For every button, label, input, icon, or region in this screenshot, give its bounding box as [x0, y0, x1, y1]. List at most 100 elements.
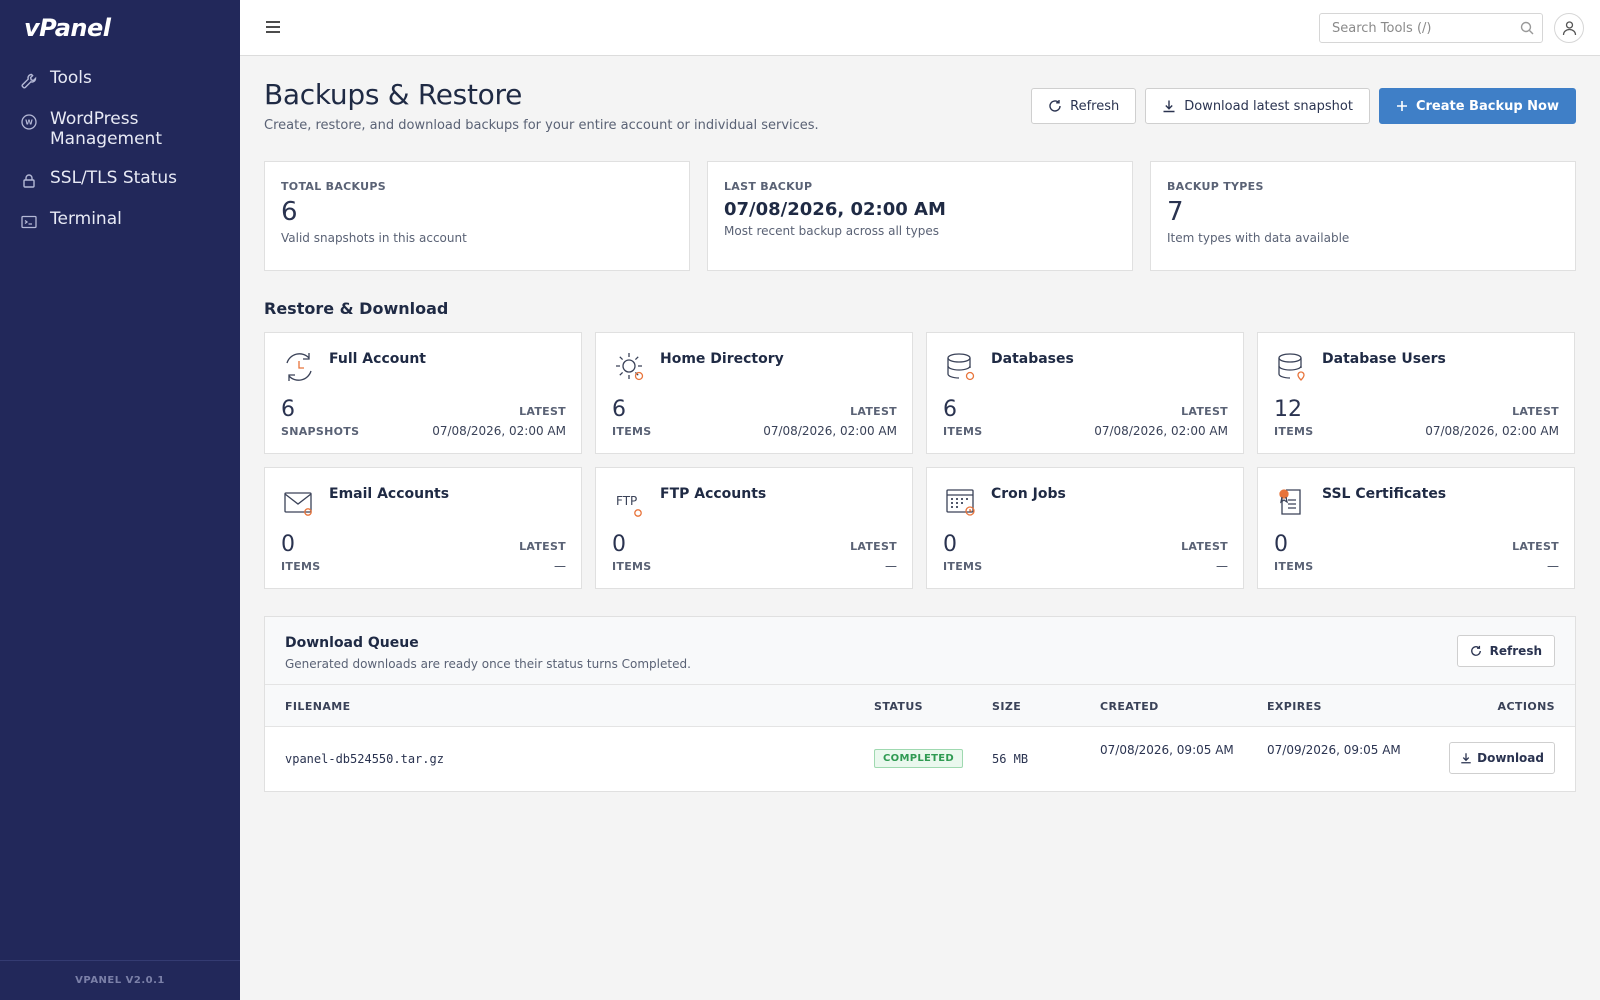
card-latest-date: 07/08/2026, 02:00 AM	[432, 424, 566, 438]
sidebar-item-wordpress[interactable]: W WordPress Management	[0, 103, 240, 155]
card-ftp-accounts[interactable]: FTP FTP Accounts 0 ITEMS LATEST —	[595, 467, 913, 589]
topbar	[240, 0, 1600, 56]
card-cron-jobs[interactable]: Cron Jobs 0 ITEMS LATEST —	[926, 467, 1244, 589]
sidebar-item-tools[interactable]: Tools	[0, 62, 240, 96]
card-latest-label: LATEST	[519, 405, 566, 418]
card-count: 0	[281, 532, 295, 557]
card-unit: ITEMS	[1274, 425, 1314, 438]
stat-value: 7	[1167, 197, 1184, 227]
ftp-icon-text: FTP	[616, 494, 637, 508]
queue-refresh-button[interactable]: Refresh	[1456, 635, 1555, 667]
card-latest-date: —	[885, 559, 897, 573]
download-label: Download	[1477, 751, 1544, 765]
refresh-label: Refresh	[1070, 98, 1120, 114]
email-icon	[284, 492, 312, 516]
row-size: 56 MB	[992, 752, 1029, 766]
column-header-status: STATUS	[874, 700, 923, 713]
cron-icon	[946, 489, 975, 516]
lock-icon	[23, 174, 35, 188]
download-queue: Download Queue Generated downloads are r…	[264, 616, 1576, 792]
table-header: FILENAME STATUS SIZE CREATED EXPIRES ACT…	[265, 685, 1575, 727]
card-title: Database Users	[1322, 351, 1446, 367]
sidebar-item-label: SSL/TLS Status	[50, 168, 178, 188]
card-unit: ITEMS	[943, 425, 983, 438]
sidebar-item-label: Tools	[50, 68, 92, 88]
wrench-icon	[21, 73, 37, 89]
certificate-icon	[1279, 489, 1301, 515]
card-latest-date: 07/08/2026, 02:00 AM	[1094, 424, 1228, 438]
database-users-icon	[1278, 353, 1305, 381]
terminal-icon	[21, 215, 37, 229]
row-expires: 07/09/2026, 09:05 AM	[1267, 743, 1401, 757]
stat-value: 07/08/2026, 02:00 AM	[724, 199, 946, 220]
card-count: 12	[1274, 397, 1302, 422]
stat-last-backup: LAST BACKUP 07/08/2026, 02:00 AM Most re…	[707, 161, 1133, 271]
card-ssl-certificates[interactable]: SSL Certificates 0 ITEMS LATEST —	[1257, 467, 1575, 589]
card-latest-label: LATEST	[1512, 540, 1559, 553]
user-menu-button[interactable]	[1554, 13, 1584, 43]
restore-cards-grid: Full Account 6 SNAPSHOTS LATEST 07/08/20…	[264, 332, 1576, 589]
section-title-restore: Restore & Download	[264, 299, 449, 318]
search-input[interactable]	[1320, 14, 1510, 42]
row-created: 07/08/2026, 09:05 AM	[1100, 743, 1234, 757]
page-subtitle: Create, restore, and download backups fo…	[264, 118, 819, 133]
card-count: 6	[943, 397, 957, 422]
card-title: SSL Certificates	[1322, 486, 1447, 502]
refresh-icon	[1470, 645, 1481, 656]
sidebar-item-terminal[interactable]: Terminal	[0, 203, 240, 237]
stat-desc: Most recent backup across all types	[724, 224, 939, 238]
card-count: 0	[1274, 532, 1288, 557]
full-account-icon	[286, 353, 312, 381]
card-full-account[interactable]: Full Account 6 SNAPSHOTS LATEST 07/08/20…	[264, 332, 582, 454]
card-count: 0	[943, 532, 957, 557]
user-icon	[1562, 21, 1577, 36]
sidebar-nav: Tools W WordPress Management SSL/TLS Sta…	[0, 62, 240, 244]
download-button[interactable]: Download	[1449, 742, 1555, 774]
card-unit: ITEMS	[281, 560, 321, 573]
stat-key: LAST BACKUP	[724, 180, 813, 193]
card-unit: ITEMS	[612, 425, 652, 438]
status-badge: COMPLETED	[874, 749, 963, 768]
card-title: Email Accounts	[329, 486, 450, 502]
stat-value: 6	[281, 197, 298, 227]
queue-refresh-label: Refresh	[1489, 644, 1542, 658]
sidebar-item-label: WordPress Management	[50, 109, 162, 149]
column-header-expires: EXPIRES	[1267, 700, 1322, 713]
card-email-accounts[interactable]: Email Accounts 0 ITEMS LATEST —	[264, 467, 582, 589]
row-filename: vpanel-db524550.tar.gz	[285, 752, 444, 766]
stat-desc: Item types with data available	[1167, 231, 1350, 245]
card-latest-label: LATEST	[850, 540, 897, 553]
download-queue-header: Download Queue Generated downloads are r…	[265, 617, 1575, 685]
plus-icon	[1396, 101, 1407, 111]
stats-row: TOTAL BACKUPS 6 Valid snapshots in this …	[264, 161, 1576, 271]
sidebar-item-ssl[interactable]: SSL/TLS Status	[0, 162, 240, 196]
card-title: FTP Accounts	[660, 486, 767, 502]
column-header-size: SIZE	[992, 700, 1022, 713]
create-backup-button[interactable]: Create Backup Now	[1378, 88, 1576, 124]
download-snapshot-button[interactable]: Download latest snapshot	[1145, 88, 1370, 124]
card-title: Databases	[991, 351, 1074, 367]
sidebar-item-label: Terminal	[50, 209, 122, 229]
search-icon[interactable]	[1520, 21, 1534, 35]
card-home-directory[interactable]: Home Directory 6 ITEMS LATEST 07/08/2026…	[595, 332, 913, 454]
column-header-filename: FILENAME	[285, 700, 351, 713]
card-database-users[interactable]: Database Users 12 ITEMS LATEST 07/08/202…	[1257, 332, 1575, 454]
refresh-button[interactable]: Refresh	[1031, 88, 1137, 124]
home-directory-icon	[616, 353, 644, 381]
search-box	[1319, 13, 1543, 43]
column-header-actions: ACTIONS	[1497, 700, 1555, 713]
card-latest-date: —	[554, 559, 566, 573]
card-databases[interactable]: Databases 6 ITEMS LATEST 07/08/2026, 02:…	[926, 332, 1244, 454]
card-title: Home Directory	[660, 351, 784, 367]
menu-icon[interactable]	[264, 18, 282, 36]
sidebar: vPanel Tools W WordPress Management SSL/…	[0, 0, 240, 1000]
stat-desc: Valid snapshots in this account	[281, 231, 467, 245]
app-logo[interactable]: vPanel	[24, 14, 111, 42]
card-title: Cron Jobs	[991, 486, 1066, 502]
card-latest-label: LATEST	[519, 540, 566, 553]
card-count: 0	[612, 532, 626, 557]
card-title: Full Account	[329, 351, 426, 367]
card-latest-date: 07/08/2026, 02:00 AM	[763, 424, 897, 438]
wordpress-icon: W	[21, 114, 37, 130]
card-count: 6	[281, 397, 295, 422]
